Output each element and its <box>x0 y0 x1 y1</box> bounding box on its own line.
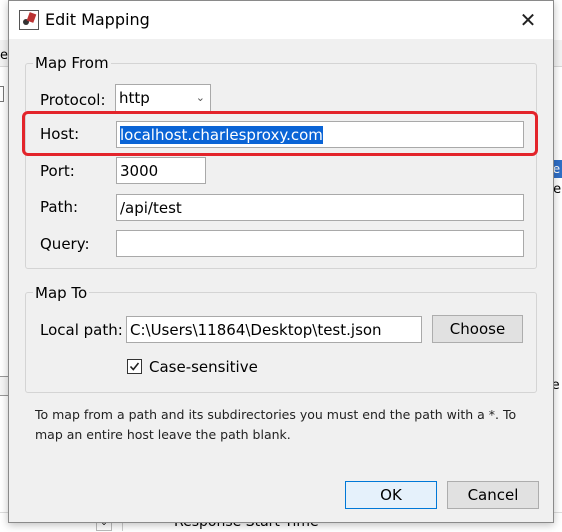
case-sensitive-checkbox[interactable] <box>127 359 142 374</box>
close-icon[interactable]: ✕ <box>515 7 541 33</box>
path-input[interactable]: /api/test <box>116 194 524 221</box>
chevron-down-icon: ⌄ <box>195 91 205 104</box>
port-input[interactable]: 3000 <box>116 157 206 184</box>
host-value: localhost.charlesproxy.com <box>120 126 323 144</box>
protocol-label: Protocol: <box>40 91 106 109</box>
path-label: Path: <box>40 198 79 216</box>
background-row <box>0 376 8 396</box>
ok-button[interactable]: OK <box>345 481 437 509</box>
protocol-dropdown[interactable]: http ⌄ <box>115 84 211 112</box>
cancel-button[interactable]: Cancel <box>447 481 539 509</box>
edit-mapping-dialog: Edit Mapping ✕ Map From Protocol: http ⌄… <box>8 0 554 523</box>
map-to-label: Map To <box>33 284 90 302</box>
dialog-title: Edit Mapping <box>45 10 150 29</box>
host-label: Host: <box>40 125 80 143</box>
case-sensitive-label[interactable]: Case-sensitive <box>149 358 258 376</box>
dialog-titlebar: Edit Mapping ✕ <box>9 1 553 39</box>
local-path-label: Local path: <box>40 321 123 339</box>
query-input[interactable] <box>116 230 524 257</box>
mapping-help-text: To map from a path and its subdirectorie… <box>35 407 517 442</box>
charles-app-icon <box>19 10 39 30</box>
checkmark-icon <box>129 362 140 371</box>
port-label: Port: <box>40 162 75 180</box>
background-left-box <box>0 86 4 102</box>
protocol-value: http <box>119 89 150 107</box>
map-from-label: Map From <box>33 54 111 72</box>
query-label: Query: <box>40 235 90 253</box>
host-input[interactable]: localhost.charlesproxy.com <box>116 121 524 148</box>
local-path-input[interactable]: C:\Users\11864\Desktop\test.json <box>126 316 422 343</box>
background-left-text: e <box>0 48 8 63</box>
choose-button[interactable]: Choose <box>432 315 523 343</box>
